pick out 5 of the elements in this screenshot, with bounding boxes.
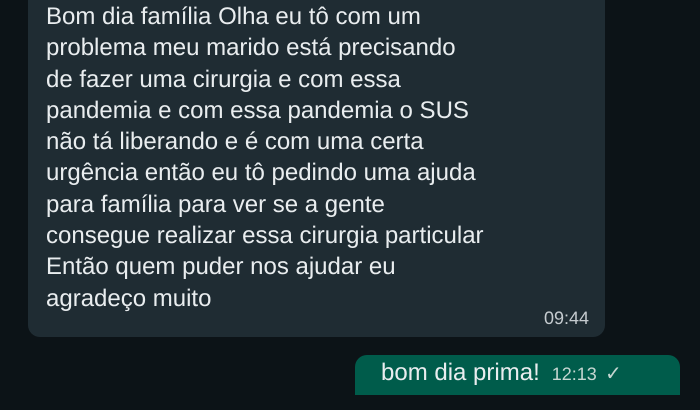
message-time: 12:13 [552,364,597,385]
message-time: 09:44 [544,308,589,329]
sent-tick-icon: ✓ [604,360,622,386]
message-text: bom dia prima! [381,358,540,387]
message-text: Bom dia família Olha eu tô com um problema meu marido está precisando de fazer uma cirurgia e com essa pandemia e com essa pandemia o SUS não tá liberando e é com uma certa urgência então eu tô pedindo uma ajuda para família para ver se a gente consegue realizar essa cirurgia particular Então quem puder nos ajudar eu agradeço muito [46,2,485,314]
